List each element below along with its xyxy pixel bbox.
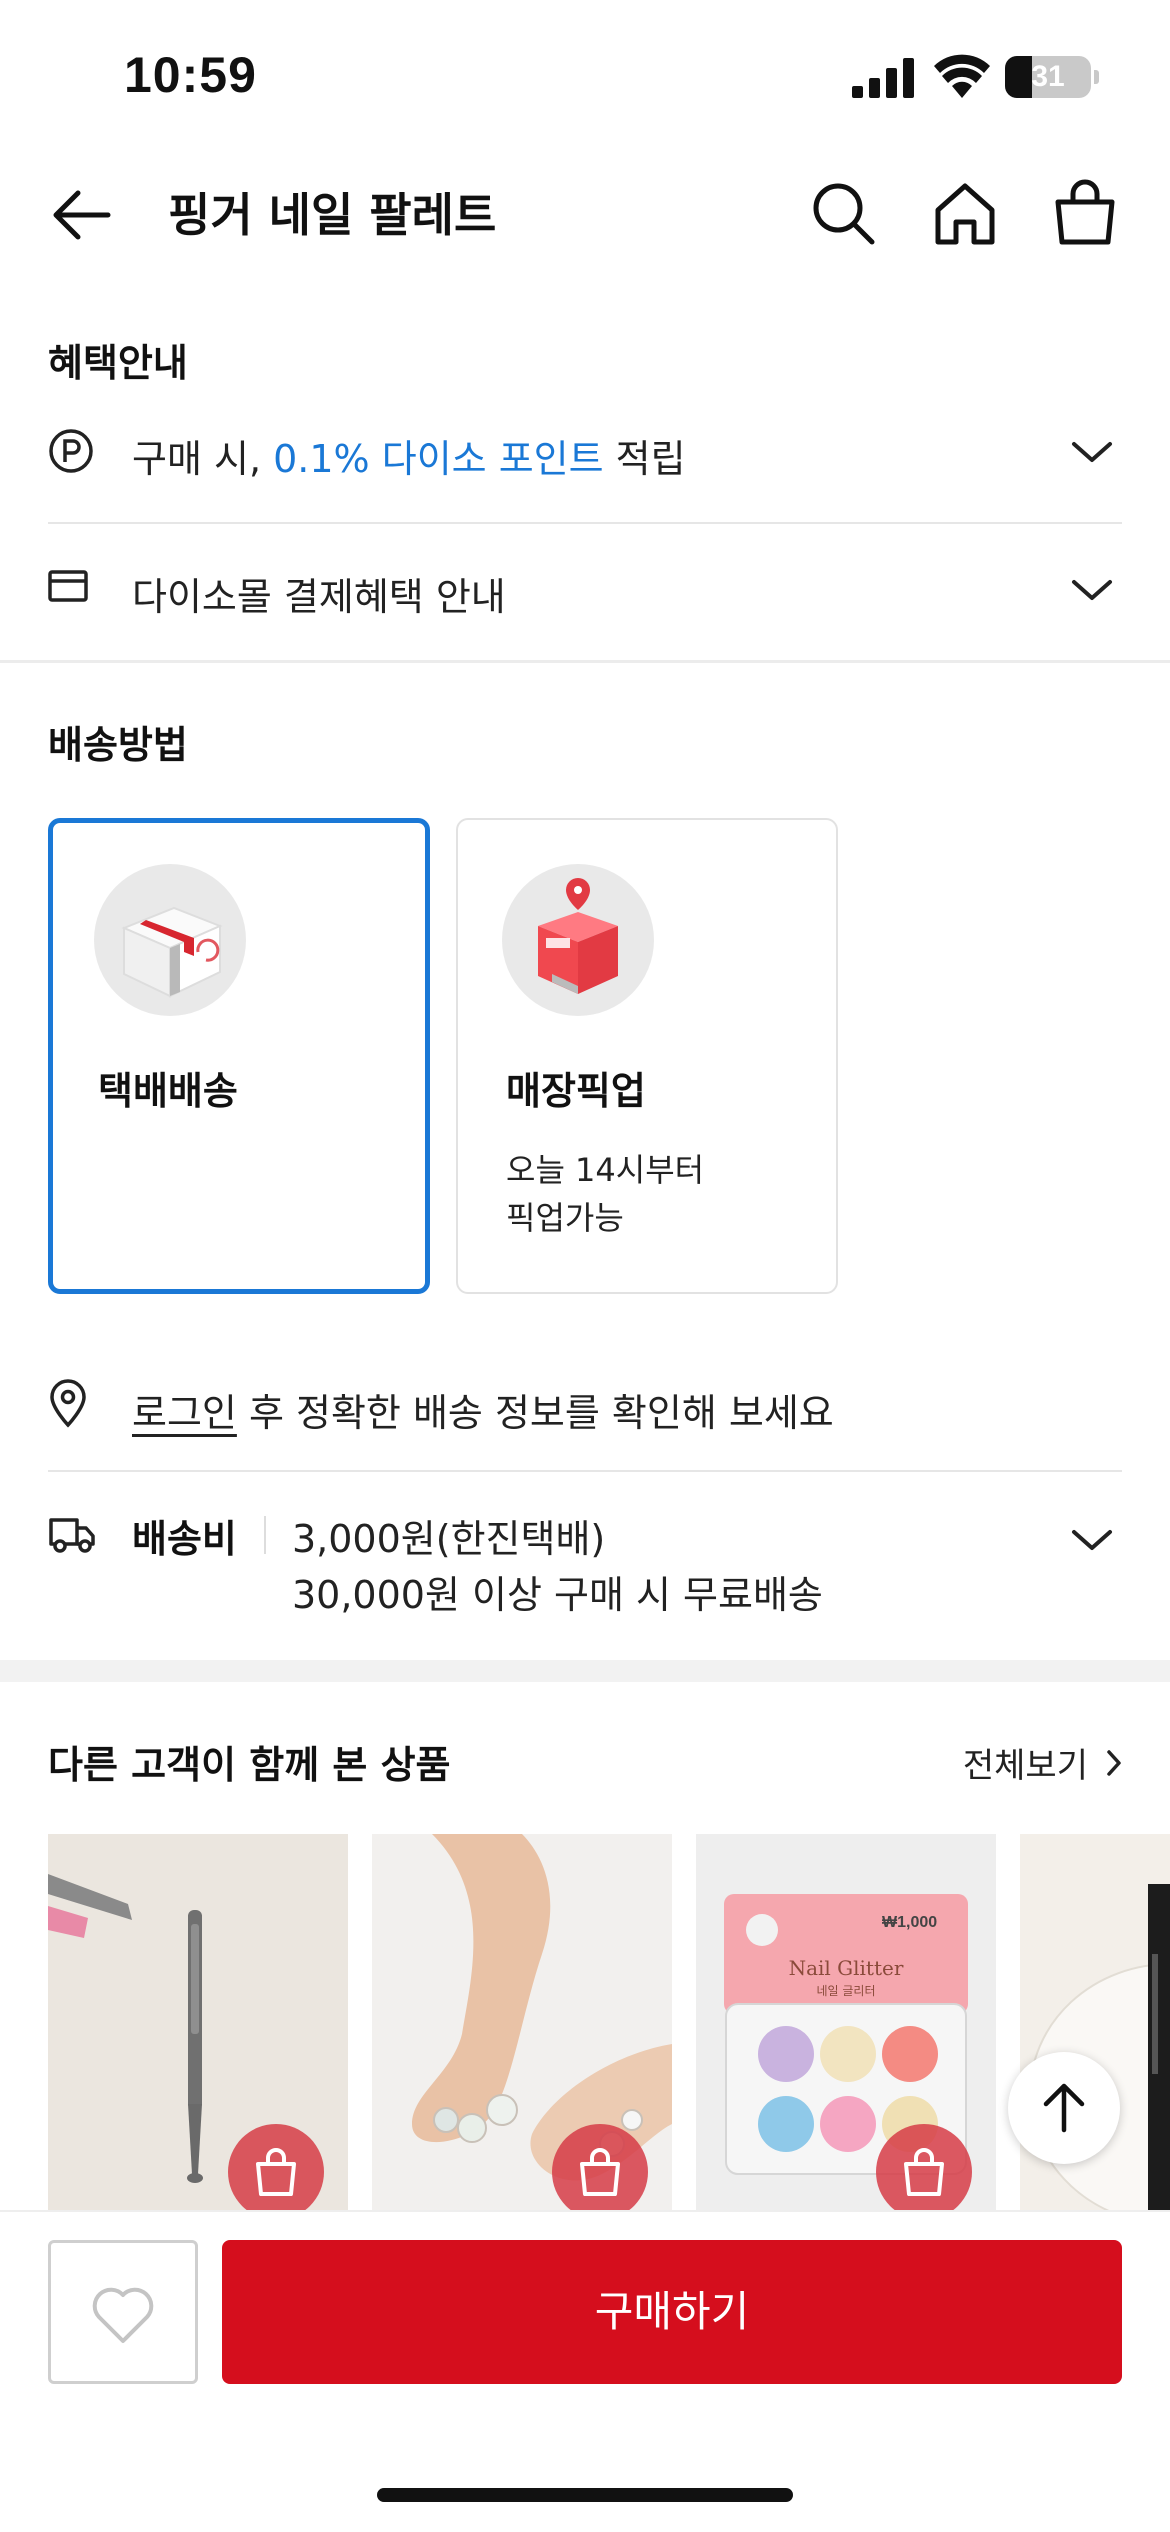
pickup-availability: 오늘 14시부터 픽업가능 [506, 1151, 705, 1237]
point-suffix: 적립 [603, 437, 686, 481]
product-package-subtitle: 네일 글리터 [816, 1984, 876, 1998]
point-icon [49, 429, 93, 473]
courier-box-image [94, 864, 246, 1016]
product-card[interactable] [48, 1834, 348, 2210]
point-benefit-text: 구매 시, 0.1% 다이소 포인트 적립 [132, 428, 686, 483]
delivery-truck-icon [49, 1518, 95, 1553]
product-card[interactable] [372, 1834, 672, 2210]
add-to-cart-button[interactable] [552, 2124, 648, 2210]
point-highlight: 0.1% 다이소 포인트 [273, 437, 604, 481]
login-shipping-info-row: 로그인 후 정확한 배송 정보를 확인해 보세요 [48, 1374, 1122, 1438]
add-to-cart-button[interactable] [876, 2124, 972, 2210]
add-to-cart-button[interactable] [228, 2124, 324, 2210]
shipping-fee-row[interactable]: 배송비 3,000원(한진택배) 30,000원 이상 구매 시 무료배송 [48, 1508, 1122, 1618]
purchase-bar: 구매하기 [0, 2210, 1170, 2532]
fee-separator [264, 1516, 266, 1554]
benefits-title: 혜택안내 [48, 341, 188, 385]
status-bar: 10:59 31 [0, 0, 1170, 140]
shipping-title: 배송방법 [48, 723, 188, 767]
login-prompt-text: 로그인 후 정확한 배송 정보를 확인해 보세요 [132, 1382, 834, 1437]
chevron-down-icon[interactable] [1070, 1526, 1114, 1554]
related-products-title: 다른 고객이 함께 본 상품 [48, 1743, 451, 1787]
shopping-bag-icon [904, 2148, 944, 2196]
chevron-down-icon[interactable] [1070, 438, 1114, 466]
buy-button[interactable]: 구매하기 [222, 2240, 1122, 2384]
product-price-tag: ₩1,000 [882, 1914, 938, 1931]
pickup-store-image [502, 864, 654, 1016]
back-arrow-icon[interactable] [48, 182, 114, 248]
arrow-up-icon [1043, 2083, 1085, 2133]
location-pin-icon [50, 1379, 86, 1428]
home-icon[interactable] [930, 178, 1000, 248]
login-link[interactable]: 로그인 [132, 1391, 237, 1435]
payment-benefit-text: 다이소몰 결제혜택 안내 [132, 575, 506, 619]
cellular-signal-icon [852, 58, 914, 98]
delivery-option-courier[interactable]: 택배배송 [48, 818, 430, 1294]
point-prefix: 구매 시, [132, 437, 274, 481]
shipping-fee-label: 배송비 [132, 1517, 237, 1561]
payment-benefit-row[interactable]: 다이소몰 결제혜택 안내 [48, 560, 1122, 620]
view-all-link[interactable]: 전체보기 [963, 1738, 1122, 1787]
product-package-title: Nail Glitter [788, 1956, 904, 1980]
wishlist-button[interactable] [48, 2240, 198, 2384]
delivery-option-pickup[interactable]: 매장픽업 오늘 14시부터 픽업가능 [456, 818, 838, 1294]
divider [48, 1470, 1122, 1472]
chevron-right-icon [1107, 1750, 1121, 1776]
section-band [0, 1660, 1170, 1682]
shopping-bag-icon[interactable] [1050, 178, 1120, 248]
shopping-bag-icon [580, 2148, 620, 2196]
product-card[interactable]: ₩1,000 Nail Glitter 네일 글리터 [696, 1834, 996, 2210]
shipping-fee-value: 3,000원(한진택배) [292, 1517, 606, 1561]
divider [48, 522, 1122, 524]
pickup-label: 매장픽업 [506, 1069, 646, 1113]
courier-label: 택배배송 [98, 1069, 238, 1113]
search-icon[interactable] [808, 178, 878, 248]
heart-icon [92, 2287, 154, 2343]
home-indicator [377, 2488, 793, 2502]
status-time: 10:59 [124, 47, 257, 103]
scroll-to-top-button[interactable] [1008, 2052, 1120, 2164]
login-prompt-rest: 후 정확한 배송 정보를 확인해 보세요 [236, 1391, 834, 1435]
card-icon [48, 570, 88, 602]
section-divider [0, 660, 1170, 663]
point-benefit-row[interactable]: 구매 시, 0.1% 다이소 포인트 적립 [48, 422, 1122, 482]
battery-level: 31 [1031, 60, 1065, 93]
wifi-icon [934, 54, 990, 98]
free-shipping-condition: 30,000원 이상 구매 시 무료배송 [292, 1573, 823, 1617]
view-all-label: 전체보기 [962, 1746, 1088, 1786]
battery-cap [1094, 70, 1099, 84]
shopping-bag-icon [256, 2148, 296, 2196]
page-title: 핑거 네일 팔레트 [168, 188, 497, 242]
chevron-down-icon[interactable] [1070, 576, 1114, 604]
battery-icon: 31 [1005, 56, 1091, 98]
top-nav: 핑거 네일 팔레트 [0, 160, 1170, 270]
